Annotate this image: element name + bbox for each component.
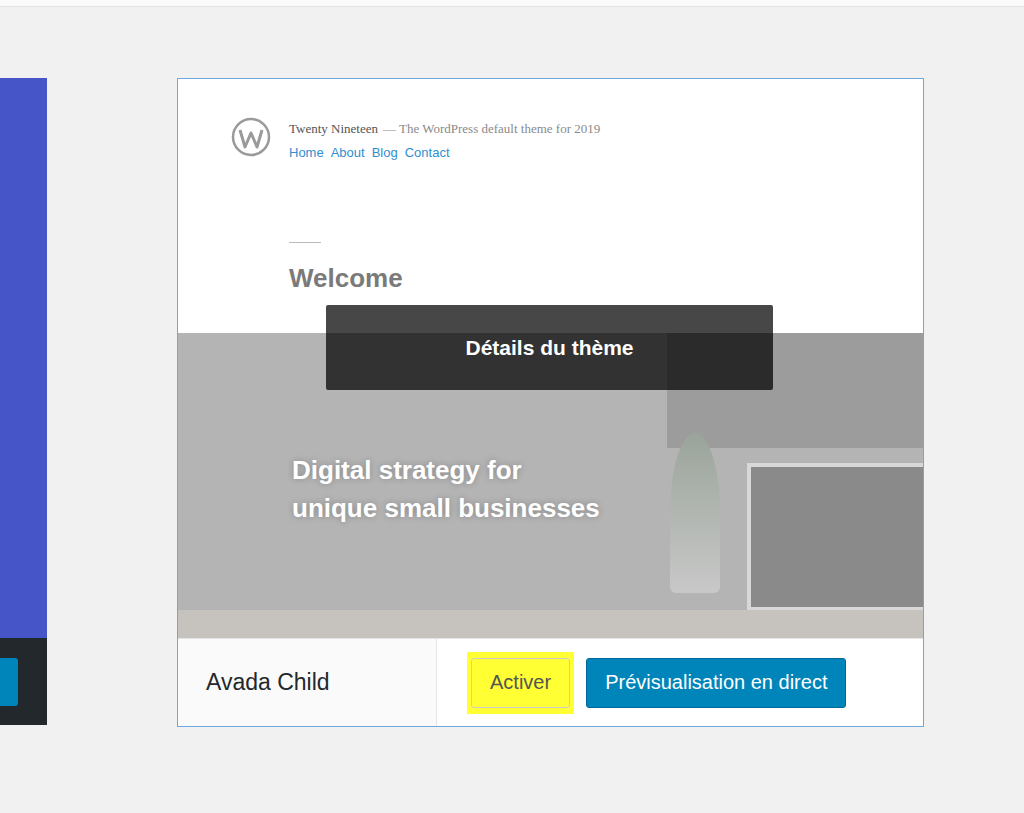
site-title: Twenty Nineteen [289, 121, 378, 137]
hero-line: Digital strategy for [292, 451, 923, 489]
preview-nav: Home About Blog Contact [289, 145, 600, 160]
desk-shape [178, 610, 923, 638]
nav-link: Blog [372, 145, 398, 160]
plant-shape [670, 433, 720, 593]
theme-footer: Avada Child Activer Prévisualisation en di… [178, 638, 923, 726]
activate-button[interactable]: Activer [471, 658, 570, 708]
hero-line: unique small businesses [292, 489, 923, 527]
button-highlight: Activer [467, 652, 574, 714]
themes-page: Twenty Nineteen — The WordPress default t… [0, 0, 1024, 813]
theme-grid: Twenty Nineteen — The WordPress default t… [0, 7, 1024, 727]
nav-link: About [331, 145, 365, 160]
theme-name: Avada Child [178, 639, 437, 726]
previous-theme-footer [0, 638, 47, 725]
heading-dash [289, 242, 321, 243]
preview-heading: Welcome [289, 263, 600, 294]
previous-theme-button[interactable] [0, 658, 18, 706]
previous-theme-card[interactable] [0, 78, 47, 725]
live-preview-button[interactable]: Prévisualisation en direct [586, 658, 846, 708]
monitor-shape [747, 463, 923, 611]
nav-link: Contact [405, 145, 450, 160]
wordpress-logo-icon [231, 117, 271, 157]
theme-card[interactable]: Twenty Nineteen — The WordPress default t… [177, 78, 924, 727]
preview-header: Twenty Nineteen — The WordPress default t… [178, 79, 923, 333]
previous-theme-screenshot [0, 78, 47, 638]
theme-actions: Activer Prévisualisation en direct [437, 639, 850, 726]
nav-link: Home [289, 145, 324, 160]
theme-screenshot[interactable]: Twenty Nineteen — The WordPress default t… [178, 79, 923, 638]
top-strip [0, 0, 1024, 7]
site-tagline: — The WordPress default theme for 2019 [383, 121, 600, 137]
site-line: Twenty Nineteen — The WordPress default t… [289, 121, 600, 137]
button-highlight: Prévisualisation en direct [582, 652, 850, 714]
preview-text: Twenty Nineteen — The WordPress default t… [289, 117, 600, 333]
theme-details-overlay[interactable]: Détails du thème [326, 305, 773, 390]
